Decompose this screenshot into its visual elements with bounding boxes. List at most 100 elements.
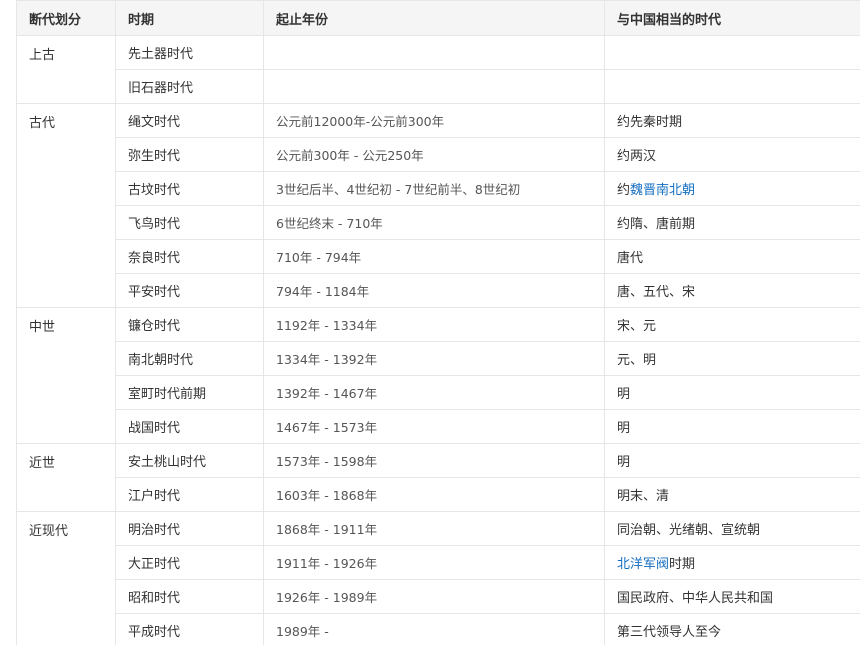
china-equivalent-cell: 明 (604, 409, 860, 444)
table-row: 江户时代 1603年 - 1868年 明末、清 (17, 477, 860, 512)
china-era-text: 第三代领导人至今 (617, 625, 722, 640)
china-era-text: 时期 (669, 557, 696, 572)
china-equivalent-cell (604, 35, 860, 70)
period-division-cell: 近世 (16, 443, 116, 512)
header-china-equivalent: 与中国相当的时代 (604, 0, 860, 36)
era-cell: 绳文时代 (115, 103, 264, 138)
china-era-link[interactable]: 北洋军阀 (617, 557, 669, 572)
china-era-text: 约 (617, 183, 631, 198)
years-cell: 1603年 - 1868年 (263, 477, 605, 512)
china-equivalent-cell: 北洋军阀时期 (604, 545, 860, 580)
china-era-text: 约隋、唐前期 (617, 217, 696, 232)
header-era: 时期 (115, 0, 264, 36)
years-cell: 710年 - 794年 (263, 239, 605, 274)
era-cell: 飞鸟时代 (115, 205, 264, 240)
years-cell: 1926年 - 1989年 (263, 579, 605, 614)
era-cell: 先土器时代 (115, 35, 264, 70)
china-equivalent-cell: 约魏晋南北朝 (604, 171, 860, 206)
table-row: 古坟时代 3世纪后半、4世纪初 - 7世纪前半、8世纪初 约魏晋南北朝 (17, 171, 860, 206)
china-equivalent-cell: 第三代领导人至今 (604, 613, 860, 645)
table-row: 南北朝时代 1334年 - 1392年 元、明 (17, 341, 860, 376)
table-row: 奈良时代 710年 - 794年 唐代 (17, 239, 860, 274)
header-period-division: 断代划分 (16, 0, 116, 36)
years-cell (263, 35, 605, 70)
china-equivalent-cell: 国民政府、中华人民共和国 (604, 579, 860, 614)
era-cell: 大正时代 (115, 545, 264, 580)
years-cell: 1868年 - 1911年 (263, 511, 605, 546)
china-era-text: 明末、清 (617, 489, 670, 504)
era-cell: 战国时代 (115, 409, 264, 444)
period-division-cell: 近现代 (16, 511, 116, 645)
table-row: 战国时代 1467年 - 1573年明 (17, 409, 860, 444)
table-row: 近现代 明治时代 1868年 - 1911年 同治朝、光绪朝、宣统朝 (16, 511, 860, 645)
china-equivalent-cell: 宋、元 (604, 307, 860, 342)
china-era-text: 明 (617, 387, 631, 402)
years-cell: 1334年 - 1392年 (263, 341, 605, 376)
header-years: 起止年份 (263, 0, 605, 36)
era-cell: 江户时代 (115, 477, 264, 512)
china-equivalent-cell: 同治朝、光绪朝、宣统朝 (604, 511, 860, 546)
table-body: 上古 先土器时代 旧石器时代 古代 绳文时代 公元前12000年-公元前300年 约先秦时期… (16, 35, 860, 645)
era-cell: 弥生时代 (115, 137, 264, 172)
years-cell: 1467年 - 1573年 (263, 409, 605, 444)
era-cell: 安土桃山时代 (115, 443, 264, 478)
years-cell (263, 69, 605, 104)
table-row: 大正时代 1911年 - 1926年 北洋军阀时期 (17, 545, 860, 580)
china-era-text: 唐代 (617, 251, 644, 266)
china-equivalent-cell: 明末、清 (604, 477, 860, 512)
era-cell: 明治时代 (115, 511, 264, 546)
years-cell: 794年 - 1184年 (263, 273, 605, 308)
era-cell: 平安时代 (115, 273, 264, 308)
china-era-text: 约两汉 (617, 149, 657, 164)
china-era-text: 国民政府、中华人民共和国 (617, 591, 774, 606)
table-row: 中世 镰仓时代 1192年 - 1334年 宋、元 (16, 307, 860, 444)
years-cell: 1192年 - 1334年 (263, 307, 605, 342)
china-era-text: 明 (617, 455, 631, 470)
history-table-container: 断代划分 时期 起止年份 与中国相当的时代 上古 先土器时代 旧石器时代 古代 绳文时代… (16, 0, 860, 645)
years-cell: 1989年 - (263, 613, 605, 645)
era-cell: 南北朝时代 (115, 341, 264, 376)
china-equivalent-cell (604, 69, 860, 104)
table-row: 旧石器时代 (17, 69, 860, 104)
header-row: 断代划分 时期 起止年份 与中国相当的时代 (16, 0, 860, 36)
china-era-text: 同治朝、光绪朝、宣统朝 (617, 523, 761, 538)
china-equivalent-cell: 约两汉 (604, 137, 860, 172)
years-cell: 1392年 - 1467年 (263, 375, 605, 410)
japanese-history-periods-table: 断代划分 时期 起止年份 与中国相当的时代 上古 先土器时代 旧石器时代 古代 绳文时代… (16, 0, 860, 645)
era-cell: 镰仓时代 (115, 307, 264, 342)
years-cell: 6世纪终末 - 710年 (263, 205, 605, 240)
years-cell: 公元前300年 - 公元250年 (263, 137, 605, 172)
period-division-cell: 古代 (16, 103, 116, 308)
china-era-text: 元、明 (617, 353, 657, 368)
china-equivalent-cell: 唐、五代、宋 (604, 273, 860, 308)
table-row: 昭和时代 1926年 - 1989年 国民政府、中华人民共和国 (17, 579, 860, 614)
table-row: 弥生时代 公元前300年 - 公元250年 约两汉 (17, 137, 860, 172)
period-division-cell: 中世 (16, 307, 116, 444)
china-era-text: 唐、五代、宋 (617, 285, 696, 300)
china-equivalent-cell: 唐代 (604, 239, 860, 274)
china-equivalent-cell: 约隋、唐前期 (604, 205, 860, 240)
china-era-text: 明 (617, 421, 631, 436)
china-equivalent-cell: 明 (604, 443, 860, 478)
years-cell: 3世纪后半、4世纪初 - 7世纪前半、8世纪初 (263, 171, 605, 206)
china-era-link[interactable]: 魏晋南北朝 (630, 183, 695, 198)
era-cell: 奈良时代 (115, 239, 264, 274)
era-cell: 室町时代前期 (115, 375, 264, 410)
china-era-text: 宋、元 (617, 319, 657, 334)
table-row: 古代 绳文时代 公元前12000年-公元前300年 约先秦时期 (16, 103, 860, 308)
era-cell: 古坟时代 (115, 171, 264, 206)
years-cell: 公元前12000年-公元前300年 (263, 103, 605, 138)
era-cell: 旧石器时代 (115, 69, 264, 104)
china-equivalent-cell: 约先秦时期 (604, 103, 860, 138)
table-row: 上古 先土器时代 (16, 35, 860, 104)
period-division-cell: 上古 (16, 35, 116, 104)
china-equivalent-cell: 明 (604, 375, 860, 410)
years-cell: 1911年 - 1926年 (263, 545, 605, 580)
table-header: 断代划分 时期 起止年份 与中国相当的时代 (16, 0, 860, 36)
years-cell: 1573年 - 1598年 (263, 443, 605, 478)
china-era-text: 约先秦时期 (617, 115, 683, 130)
era-cell: 昭和时代 (115, 579, 264, 614)
era-cell: 平成时代 (115, 613, 264, 645)
table-row: 室町时代前期 1392年 - 1467年明 (17, 375, 860, 410)
table-row: 平成时代 1989年 - 第三代领导人至今 (17, 613, 860, 645)
